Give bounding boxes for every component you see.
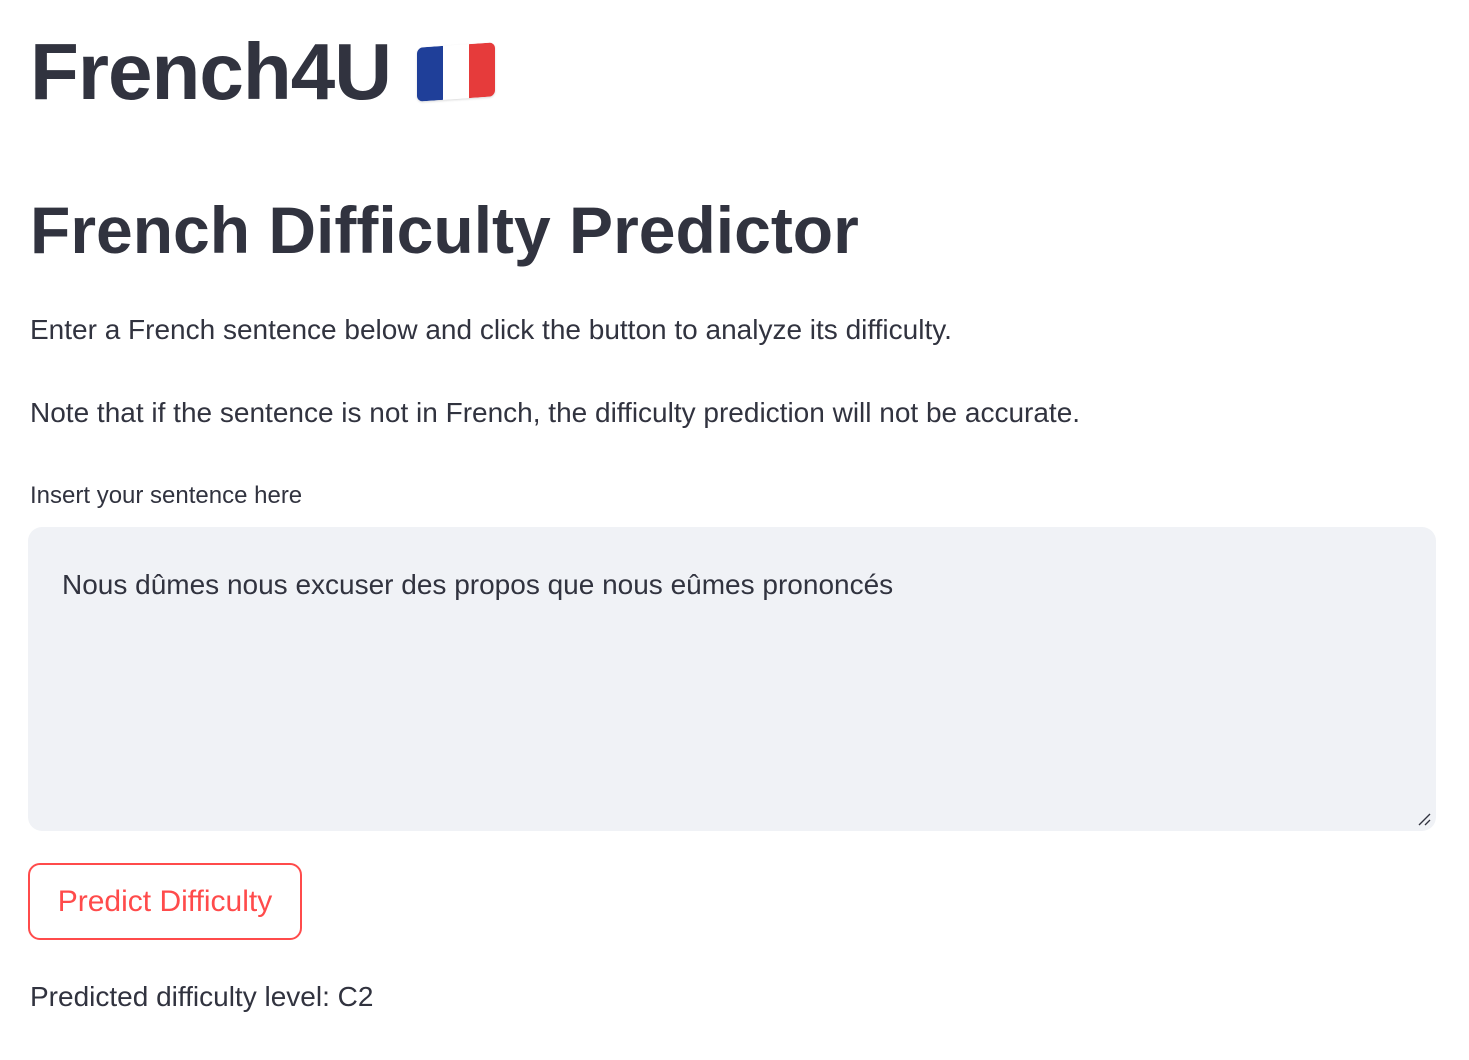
app-page: French4U French Difficulty Predictor Ent… (0, 0, 1469, 1060)
app-title: French4U (30, 22, 495, 122)
page-title: French Difficulty Predictor (30, 193, 859, 267)
app-title-text: French4U (30, 27, 392, 116)
predicted-difficulty-result: Predicted difficulty level: C2 (30, 981, 374, 1012)
predict-difficulty-button[interactable]: Predict Difficulty (28, 863, 302, 940)
sentence-field-label: Insert your sentence here (30, 482, 303, 509)
sentence-input[interactable]: Nous dûmes nous excuser des propos que n… (28, 527, 1436, 831)
france-flag-icon (416, 42, 495, 102)
resize-handle-icon[interactable] (1416, 811, 1432, 827)
intro-text: Enter a French sentence below and click … (30, 314, 952, 345)
note-text: Note that if the sentence is not in Fren… (30, 397, 1081, 428)
sentence-field-container: Nous dûmes nous excuser des propos que n… (28, 527, 1436, 831)
